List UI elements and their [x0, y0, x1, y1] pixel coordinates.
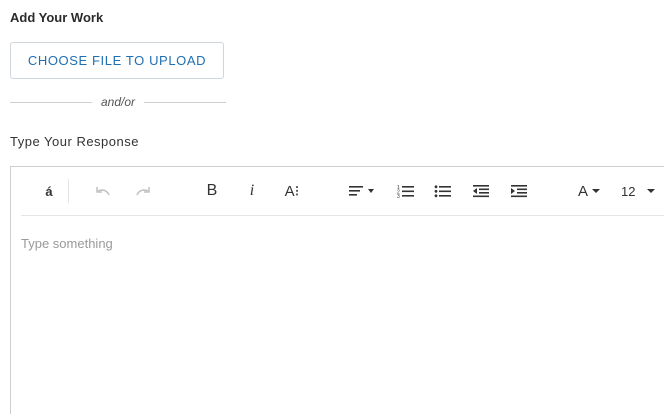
and-or-divider: and/or — [10, 94, 226, 110]
page: Add Your Work CHOOSE FILE TO UPLOAD and/… — [0, 0, 664, 414]
chevron-down-icon — [647, 189, 656, 193]
italic-icon: i — [249, 182, 255, 199]
chevron-down-icon — [592, 189, 600, 193]
section-title: Add Your Work — [10, 10, 104, 25]
editor-toolbar: á B i A⁝ 1 2 3 A 12 — [21, 167, 664, 216]
text-style-button[interactable]: A⁝ — [281, 167, 303, 215]
toolbar-separator — [68, 179, 69, 203]
divider-line-right — [144, 101, 226, 103]
align-dropdown-icon — [349, 186, 374, 196]
response-label: Type Your Response — [10, 134, 139, 149]
numbered-list-icon: 1 2 3 — [397, 185, 414, 198]
indent-icon — [511, 185, 527, 198]
undo-icon — [96, 187, 110, 196]
divider-line-left — [10, 101, 92, 103]
divider-text: and/or — [100, 95, 136, 109]
outdent-button[interactable] — [471, 167, 491, 215]
font-color-button[interactable]: A — [576, 167, 602, 215]
rich-text-editor[interactable]: á B i A⁝ 1 2 3 A 12 Type something — [10, 166, 664, 414]
special-characters-button[interactable]: á — [39, 167, 59, 215]
font-size-dropdown[interactable]: 12 — [621, 167, 664, 215]
indent-button[interactable] — [509, 167, 529, 215]
align-dropdown-button[interactable] — [347, 167, 379, 215]
outdent-icon — [473, 185, 489, 198]
redo-icon — [136, 187, 150, 196]
bold-icon: B — [206, 182, 218, 199]
bulleted-list-button[interactable] — [433, 167, 453, 215]
font-size-value: 12 — [621, 183, 636, 199]
numbered-list-button[interactable]: 1 2 3 — [396, 167, 416, 215]
editor-placeholder: Type something — [21, 236, 113, 251]
bulleted-list-icon — [434, 185, 451, 198]
redo-button[interactable] — [131, 167, 155, 215]
text-style-icon: A⁝ — [284, 183, 300, 200]
undo-button[interactable] — [91, 167, 115, 215]
choose-file-button[interactable]: CHOOSE FILE TO UPLOAD — [10, 42, 224, 79]
svg-text:3: 3 — [397, 194, 400, 198]
bold-button[interactable]: B — [203, 167, 221, 215]
special-characters-icon: á — [45, 183, 53, 199]
italic-button[interactable]: i — [245, 167, 259, 215]
font-color-icon: A — [577, 182, 588, 200]
